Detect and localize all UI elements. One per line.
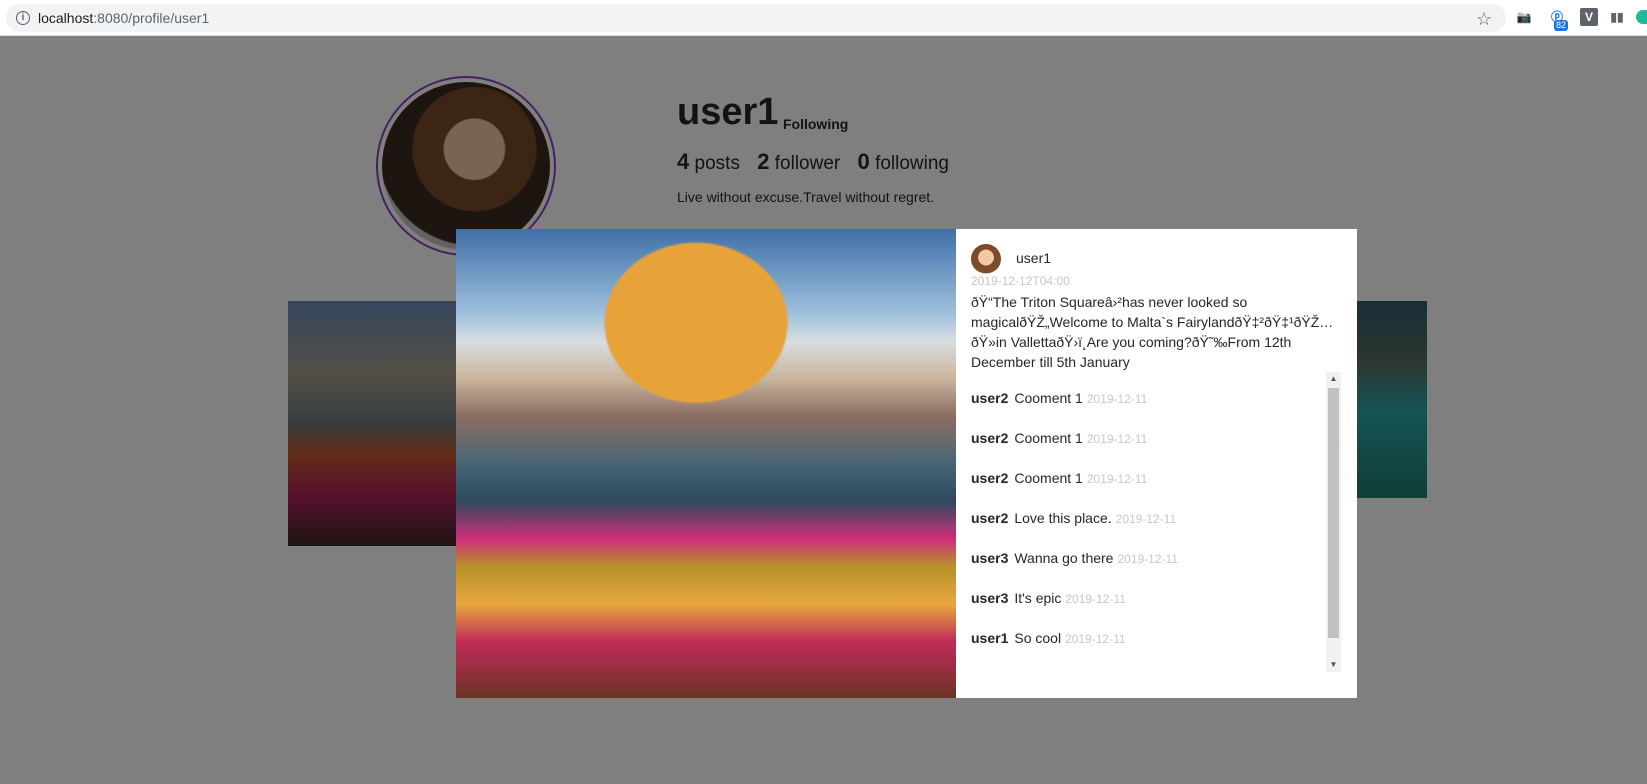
post-caption: ðŸ“The Triton Squareâ›²has never looked … xyxy=(971,294,1334,370)
comment-text: Love this place. xyxy=(1014,510,1112,526)
browser-toolbar: i localhost:8080/profile/user1 ☆ 📷 ⓟ 82 … xyxy=(0,0,1647,36)
extension-badge: 82 xyxy=(1554,20,1569,31)
post-author[interactable]: user1 xyxy=(1016,250,1051,266)
comments-list: user2 Cooment 1 2019-12-11 user2 Cooment 12… xyxy=(971,372,1341,672)
scroll-up-arrow-icon[interactable]: ▲ xyxy=(1326,372,1341,386)
scroll-down-arrow-icon[interactable]: ▼ xyxy=(1326,658,1341,672)
comment-item: user1 So cool 2019-12-11 xyxy=(971,630,1126,650)
comment-text: So cool xyxy=(1014,630,1062,646)
post-modal: user1 2019-12-12T04:00 ðŸ“The Triton Squ… xyxy=(456,229,1357,698)
comment-user[interactable]: user2 xyxy=(971,430,1008,446)
comments-scrollbar[interactable]: ▲ ▼ xyxy=(1326,372,1341,672)
comment-date: 2019-12-11 xyxy=(1115,512,1177,526)
comment-text: Cooment 1 xyxy=(1014,470,1083,486)
post-photo xyxy=(456,229,956,698)
url-host: localhost xyxy=(38,10,94,26)
scroll-thumb[interactable] xyxy=(1328,388,1339,638)
comment-item: user2 Cooment 1 2019-12-11 xyxy=(971,390,1147,410)
comment-user[interactable]: user2 xyxy=(971,390,1008,406)
url-text[interactable]: localhost:8080/profile/user1 xyxy=(38,10,209,26)
comment-user[interactable]: user2 xyxy=(971,470,1008,486)
address-bar[interactable]: i localhost:8080/profile/user1 ☆ xyxy=(6,4,1506,32)
comment-date: 2019-12-11 xyxy=(1065,632,1126,646)
comment-date: 2019-12-11 xyxy=(1086,472,1148,486)
comment-date: 2019-12-11 xyxy=(1086,432,1148,446)
comment-date: 2019-12-11 xyxy=(1086,392,1148,406)
comment-user[interactable]: user2 xyxy=(971,510,1008,526)
info-icon[interactable]: i xyxy=(16,11,30,25)
comment-text: Cooment 1 xyxy=(1014,390,1083,406)
comment-user[interactable]: user3 xyxy=(971,550,1008,566)
camera-icon[interactable]: 📷 xyxy=(1515,8,1533,26)
post-date: 2019-12-12T04:00 xyxy=(971,274,1070,288)
comment-item: user2 Cooment 1 2019-12-11 xyxy=(971,430,1147,450)
chart-icon[interactable]: ▮▮ xyxy=(1608,8,1626,26)
comment-item: user2 Cooment 1 2019-12-11 xyxy=(971,470,1147,490)
url-path: :8080/profile/user1 xyxy=(93,10,210,26)
comment-text: Cooment 1 xyxy=(1014,430,1083,446)
comment-item: user2 Love this place. 2019-12-11 xyxy=(971,510,1176,530)
author-avatar[interactable] xyxy=(971,244,1001,274)
extension-partial-icon[interactable] xyxy=(1636,10,1647,24)
comment-item: user3 Wanna go there 2019-12-11 xyxy=(971,550,1178,570)
extension-v-icon[interactable]: V xyxy=(1580,8,1598,26)
comment-text: It's epic xyxy=(1014,590,1062,606)
comment-date: 2019-12-11 xyxy=(1065,592,1126,606)
comment-date: 2019-12-11 xyxy=(1117,552,1178,566)
comment-user[interactable]: user3 xyxy=(971,590,1008,606)
post-details: user1 2019-12-12T04:00 ðŸ“The Triton Squ… xyxy=(956,229,1357,698)
comment-item: user3 It's epic 2019-12-11 xyxy=(971,590,1126,610)
bookmark-star-icon[interactable]: ☆ xyxy=(1476,9,1492,30)
comment-user[interactable]: user1 xyxy=(971,630,1008,646)
comment-text: Wanna go there xyxy=(1014,550,1114,566)
